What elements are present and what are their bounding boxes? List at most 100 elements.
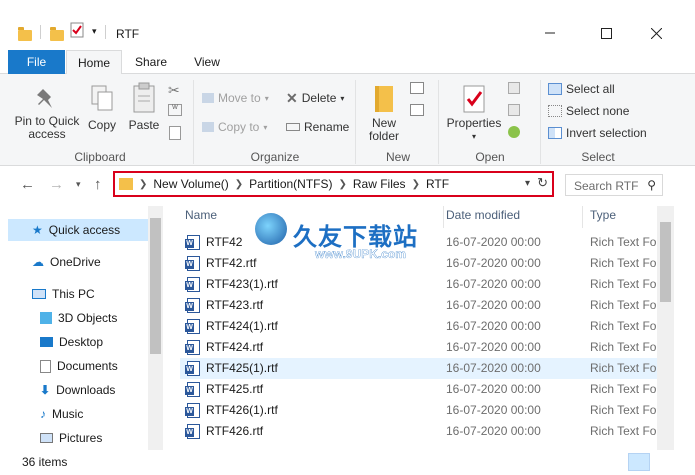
recent-locations-chevron-icon[interactable]: ▾ [76,179,81,190]
copy-to-icon [202,122,214,132]
sidebar-item-label: OneDrive [50,255,101,269]
properties-quick-icon[interactable] [70,22,84,41]
close-button[interactable] [633,17,679,49]
paste-shortcut-icon[interactable] [169,126,181,140]
table-row[interactable]: RTF423.rtf 16-07-2020 00:00 Rich Text Fo… [180,295,657,316]
history-icon[interactable] [508,126,520,138]
table-row[interactable]: RTF426(1).rtf 16-07-2020 00:00 Rich Text… [180,400,657,421]
breadcrumb-separator-icon: ❯ [234,178,244,190]
sidebar-item-onedrive[interactable]: ☁ OneDrive [8,251,148,273]
window-title: RTF [116,27,140,41]
file-name: RTF423(1).rtf [206,277,278,291]
column-header-type[interactable]: Type [590,206,616,228]
column-header-name[interactable]: Name [185,206,217,228]
breadcrumb-raw-files[interactable]: Raw Files [353,177,406,191]
rename-button[interactable]: Rename [286,118,349,136]
copy-to-button[interactable]: Copy to ▾ [202,118,267,136]
file-type: Rich Text For [590,235,657,249]
move-to-button[interactable]: Move to ▾ [202,89,269,107]
new-folder-button[interactable]: New folder [365,84,403,143]
rtf-file-icon [185,298,200,313]
divider [540,80,541,164]
navigation-scrollbar-thumb[interactable] [150,218,161,354]
sidebar-item-quick-access[interactable]: ★ Quick access [8,219,148,241]
search-input[interactable]: Search RTF ⚲ [565,174,663,196]
back-arrow-icon[interactable]: ← [20,176,35,193]
breadcrumb-volume[interactable]: New Volume() [153,177,228,191]
details-view-button[interactable] [628,453,650,471]
sidebar-item-this-pc[interactable]: This PC [8,283,148,305]
large-icons-view-button[interactable] [654,453,676,471]
sidebar-item-label: Downloads [56,383,116,397]
file-name: RTF424(1).rtf [206,319,278,333]
star-icon: ★ [32,223,43,237]
organize-group-label: Organize [250,150,300,164]
easy-access-icon[interactable] [410,104,424,116]
file-date: 16-07-2020 00:00 [446,340,541,354]
sidebar-item-documents[interactable]: Documents [8,355,148,377]
sidebar-item-label: Quick access [48,223,121,237]
table-row[interactable]: RTF424.rtf 16-07-2020 00:00 Rich Text Fo… [180,337,657,358]
breadcrumb-partition[interactable]: Partition(NTFS) [249,177,332,191]
paste-button[interactable]: Paste [126,82,162,132]
address-bar[interactable]: ❯ New Volume() ❯ Partition(NTFS) ❯ Raw F… [113,171,554,197]
table-row[interactable]: RTF426.rtf 16-07-2020 00:00 Rich Text Fo… [180,421,657,442]
divider [40,25,41,39]
refresh-icon[interactable]: ↻ [537,175,548,191]
invert-selection-button[interactable]: Invert selection [548,124,647,142]
file-name: RTF426(1).rtf [206,403,278,417]
sidebar-item-downloads[interactable]: ⬇ Downloads [8,379,148,401]
pin-to-quick-access-button[interactable]: Pin to Quick access [12,86,82,141]
table-row[interactable]: RTF424(1).rtf 16-07-2020 00:00 Rich Text… [180,316,657,337]
select-none-button[interactable]: Select none [548,102,629,120]
table-row[interactable]: RTF423(1).rtf 16-07-2020 00:00 Rich Text… [180,274,657,295]
forward-arrow-icon[interactable]: → [49,176,64,193]
properties-icon [463,85,485,113]
tab-view[interactable]: View [184,50,230,74]
select-all-button[interactable]: Select all [548,80,615,98]
file-list-scrollbar-thumb[interactable] [660,222,671,302]
tab-share[interactable]: Share [128,50,174,74]
select-group-label: Select [581,150,615,164]
open-icon[interactable] [508,82,520,94]
edit-icon[interactable] [508,104,520,116]
ribbon-tabs: File Home Share View [0,50,695,75]
navigation-pane: ★ Quick access ☁ OneDrive This PC 3D Obj… [0,206,163,450]
column-header-date[interactable]: Date modified [446,206,520,228]
copy-to-label: Copy to [218,120,260,134]
delete-x-icon: ✕ [286,89,298,106]
sidebar-item-label: Music [52,407,84,421]
sidebar-item-3d-objects[interactable]: 3D Objects [8,307,148,329]
invert-selection-icon [548,127,562,139]
rtf-file-icon [185,235,200,250]
breadcrumb-rtf[interactable]: RTF [426,177,449,191]
file-date: 16-07-2020 00:00 [446,424,541,438]
tab-home[interactable]: Home [66,50,122,75]
table-row[interactable]: RTF425.rtf 16-07-2020 00:00 Rich Text Fo… [180,379,657,400]
sidebar-item-desktop[interactable]: Desktop [8,331,148,353]
properties-button[interactable]: Properties ▾ [446,84,502,143]
address-dropdown-icon[interactable]: ▾ [525,178,530,189]
minimize-button[interactable] [527,17,573,49]
copy-icon [91,85,113,111]
quick-access-dropdown-icon[interactable]: ▾ [92,26,97,37]
navigation-bar: ← → ▾ ↑ ❯ New Volume() ❯ Partition(NTFS)… [0,170,695,200]
properties-label: Properties [446,116,502,130]
rtf-file-icon [185,382,200,397]
watermark-logo-icon [255,213,287,245]
search-icon: ⚲ [647,178,656,192]
maximize-button[interactable] [583,17,629,49]
up-arrow-icon[interactable]: ↑ [94,176,102,193]
cut-icon[interactable]: ✂ [168,82,180,99]
tab-file[interactable]: File [8,50,65,74]
new-group-label: New [385,150,410,164]
copy-path-icon[interactable]: W [168,104,182,116]
sidebar-item-music[interactable]: ♪ Music [8,403,148,425]
invert-selection-label: Invert selection [566,126,647,140]
documents-icon [40,359,51,373]
delete-button[interactable]: ✕ Delete ▾ [286,89,344,107]
table-row-selected[interactable]: RTF425(1).rtf 16-07-2020 00:00 Rich Text… [180,358,657,379]
new-item-icon[interactable] [410,82,424,94]
copy-button[interactable]: Copy [86,84,118,132]
sidebar-item-pictures[interactable]: Pictures [8,427,148,449]
